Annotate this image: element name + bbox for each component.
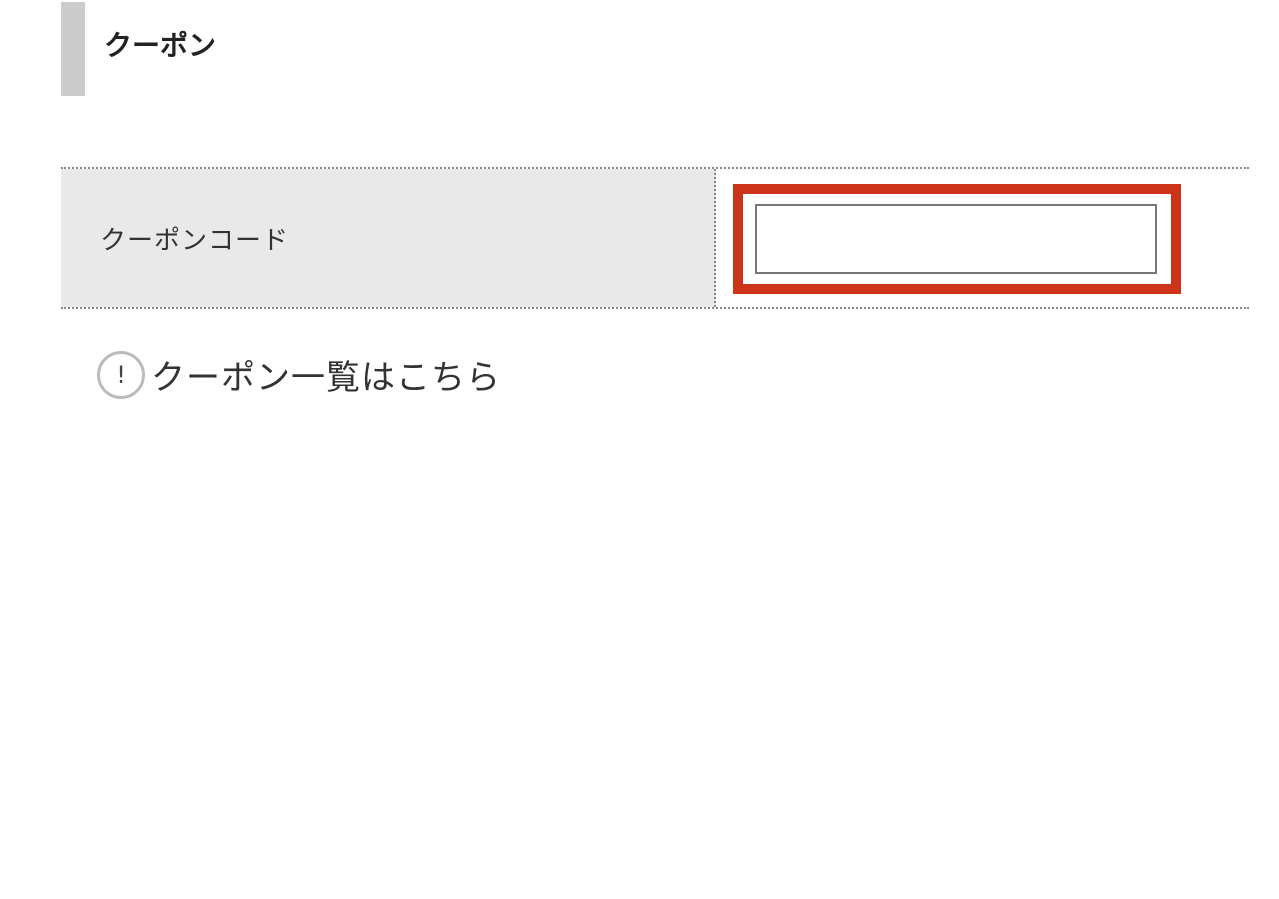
coupon-code-input[interactable]	[755, 204, 1157, 274]
section-heading: クーポン	[61, 2, 561, 96]
coupon-list-link[interactable]: ! クーポン一覧はこちら	[97, 350, 501, 399]
heading-accent-bar	[61, 2, 85, 96]
info-circle-icon: !	[97, 350, 145, 399]
coupon-form-table: クーポンコード	[61, 167, 1249, 309]
section-title: クーポン	[104, 29, 217, 62]
coupon-code-label: クーポンコード	[100, 225, 290, 256]
coupon-list-link-text: クーポン一覧はこちら	[151, 358, 501, 398]
coupon-code-input-cell	[716, 169, 1249, 307]
page: クーポン クーポンコード ! クーポン一覧はこちら	[0, 0, 1279, 899]
coupon-code-label-cell: クーポンコード	[61, 169, 716, 307]
